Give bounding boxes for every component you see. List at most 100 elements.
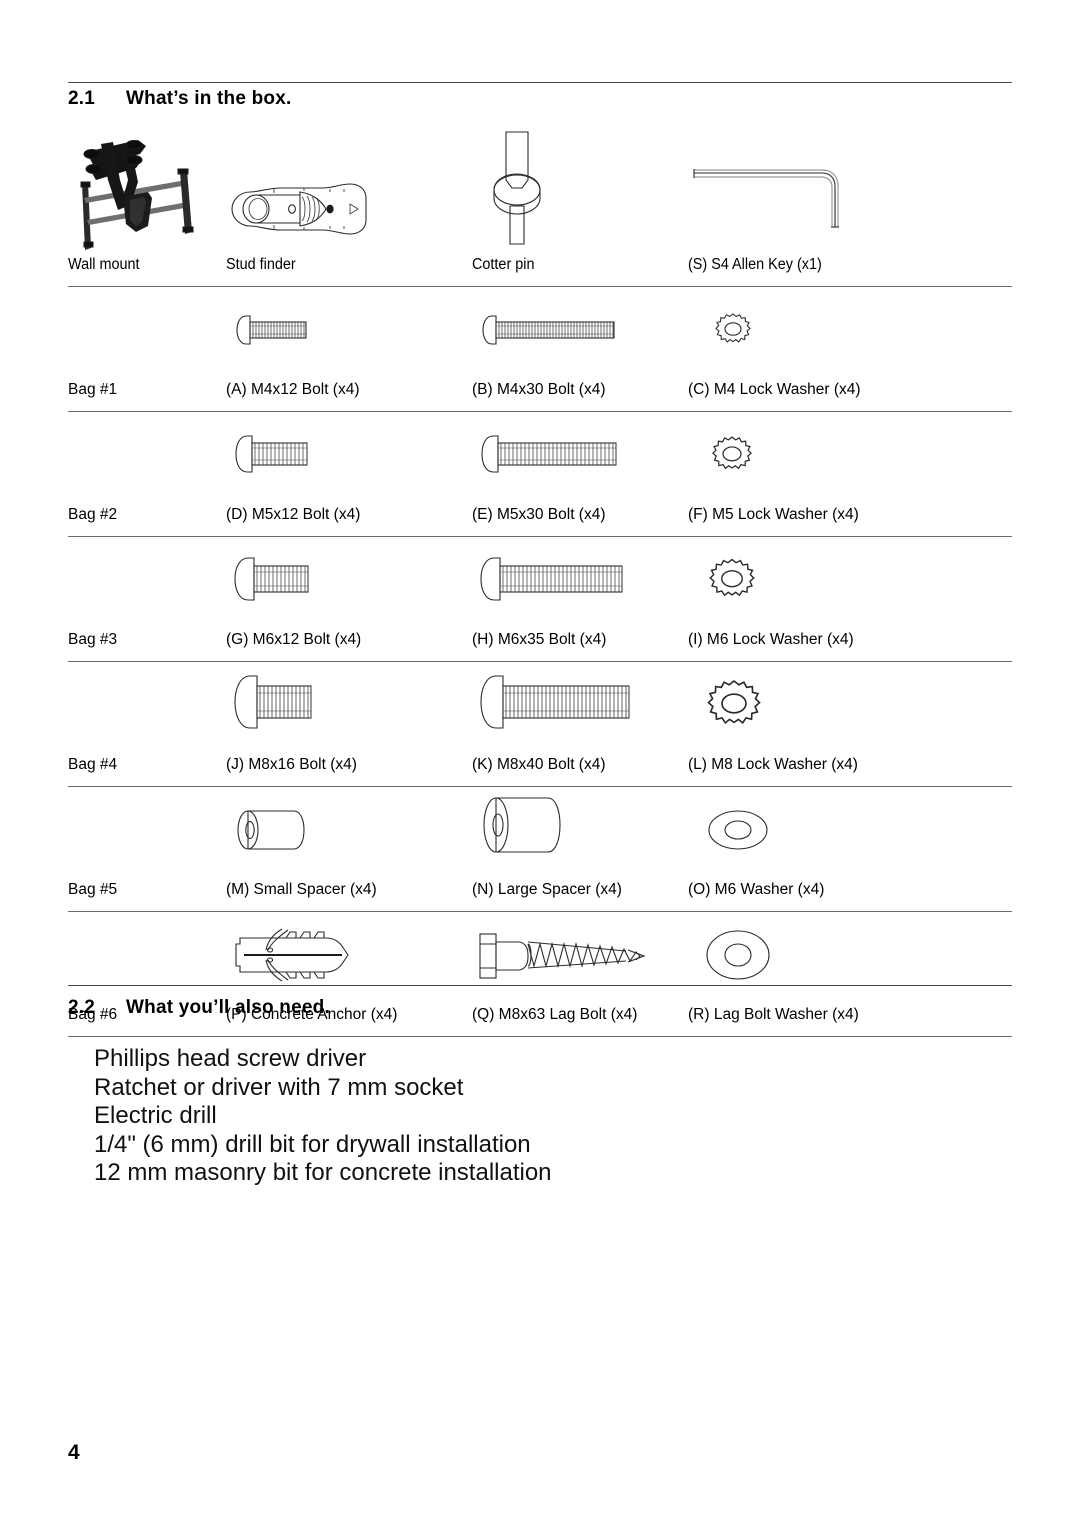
tools-needed-list: Phillips head screw driver Ratchet or dr… xyxy=(94,1045,552,1188)
item-label: (G) M6x12 Bolt (x4) xyxy=(226,631,362,648)
stud-finder-art xyxy=(226,128,472,250)
item-label: (I) M6 Lock Washer (x4) xyxy=(688,631,854,648)
cotter-pin-icon xyxy=(493,131,541,245)
lag-bolt-icon xyxy=(479,933,646,979)
concrete-anchor-icon xyxy=(235,928,349,982)
spacer-art xyxy=(472,787,688,875)
bolt-icon xyxy=(480,557,623,601)
allen-key-art xyxy=(688,128,1012,250)
table-row: Bag #5 (M) Small Spacer (x4) (N) Large S… xyxy=(68,787,1012,912)
parts-cell: (G) M6x12 Bolt (x4) xyxy=(226,537,472,661)
wall-mount-icon xyxy=(80,140,194,250)
item-label: (F) M5 Lock Washer (x4) xyxy=(688,506,859,523)
item-label: Stud finder xyxy=(226,256,296,273)
parts-cell: Stud finder xyxy=(226,128,472,286)
lock-washer-icon xyxy=(715,313,751,343)
table-row: Bag #1 (A) M4x12 Bolt (x4) (B) M4x30 Bol… xyxy=(68,287,1012,412)
section-number-box: 2.1 xyxy=(68,88,96,109)
parts-cell: (H) M6x35 Bolt (x4) xyxy=(472,537,688,661)
parts-cell: (M) Small Spacer (x4) xyxy=(226,787,472,911)
flat-washer-icon xyxy=(706,930,770,980)
bolt-art xyxy=(226,412,472,500)
spacer-icon xyxy=(237,810,305,850)
item-label: (Q) M8x63 Lag Bolt (x4) xyxy=(472,1006,638,1023)
bag-label: Bag #5 xyxy=(68,881,118,898)
flat-washer-art xyxy=(688,912,1012,1000)
item-label: Wall mount xyxy=(68,256,140,273)
parts-cell: (N) Large Spacer (x4) xyxy=(472,787,688,911)
lock-washer-art xyxy=(688,287,1012,375)
item-label: (S) S4 Allen Key (x1) xyxy=(688,256,822,273)
item-label: (C) M4 Lock Washer (x4) xyxy=(688,381,861,398)
parts-cell: (O) M6 Washer (x4) xyxy=(688,787,1012,911)
lock-washer-icon xyxy=(707,679,761,725)
item-label: (J) M8x16 Bolt (x4) xyxy=(226,756,357,773)
lock-washer-icon xyxy=(712,436,752,470)
concrete-anchor-art xyxy=(226,912,472,1000)
tool-item: Ratchet or driver with 7 mm socket xyxy=(94,1073,464,1101)
parts-cell: (F) M5 Lock Washer (x4) xyxy=(688,412,1012,536)
table-row: Bag #2 (D) M5x12 Bolt (x4) (E) M5x30 Bol… xyxy=(68,412,1012,537)
parts-cell: Bag #2 xyxy=(68,412,226,536)
parts-cell: (J) M8x16 Bolt (x4) xyxy=(226,662,472,786)
bolt-art xyxy=(472,662,688,750)
parts-cell: (R) Lag Bolt Washer (x4) xyxy=(688,912,1012,1036)
parts-cell: Cotter pin xyxy=(472,128,688,286)
tool-item: Electric drill xyxy=(94,1102,217,1130)
parts-cell: (K) M8x40 Bolt (x4) xyxy=(472,662,688,786)
allen-key-icon xyxy=(693,169,839,228)
parts-cell: (A) M4x12 Bolt (x4) xyxy=(226,287,472,411)
bolt-icon xyxy=(236,315,307,345)
parts-cell: (B) M4x30 Bolt (x4) xyxy=(472,287,688,411)
parts-cell: (D) M5x12 Bolt (x4) xyxy=(226,412,472,536)
parts-table: Wall mount Stud finder Cotter pin (S) S4… xyxy=(68,128,1012,1037)
parts-cell: (I) M6 Lock Washer (x4) xyxy=(688,537,1012,661)
item-label: Cotter pin xyxy=(472,256,535,273)
item-label: (D) M5x12 Bolt (x4) xyxy=(226,506,361,523)
section-title-also-need: What you’ll also need. xyxy=(126,997,330,1018)
bag-label: Bag #4 xyxy=(68,756,118,773)
wall-mount-art xyxy=(68,128,226,250)
table-row: Bag #4 (J) M8x16 Bolt (x4) (K) M8x40 Bol… xyxy=(68,662,1012,787)
bolt-art xyxy=(226,662,472,750)
bolt-icon xyxy=(234,675,312,729)
item-label: (N) Large Spacer (x4) xyxy=(472,881,622,898)
section-number-also-need: 2.2 xyxy=(68,997,96,1018)
bolt-art xyxy=(226,537,472,625)
item-label: (H) M6x35 Bolt (x4) xyxy=(472,631,607,648)
bolt-icon xyxy=(480,675,630,729)
section-heading-box: 2.1 What’s in the box. xyxy=(68,88,291,110)
bolt-icon xyxy=(235,435,308,473)
bolt-art xyxy=(472,537,688,625)
parts-cell: (C) M4 Lock Washer (x4) xyxy=(688,287,1012,411)
lock-washer-art xyxy=(688,537,1012,625)
bolt-art xyxy=(472,287,688,375)
page-number: 4 xyxy=(68,1441,80,1464)
bag-label: Bag #1 xyxy=(68,381,118,398)
flat-washer-art xyxy=(688,787,1012,875)
manual-page: 2.1 What’s in the box. Wall mount Stud f… xyxy=(0,0,1080,1527)
bolt-icon xyxy=(482,315,615,345)
parts-cell: Bag #4 xyxy=(68,662,226,786)
parts-cell: Bag #1 xyxy=(68,287,226,411)
lag-bolt-art xyxy=(472,912,688,1000)
bag-label: Bag #2 xyxy=(68,506,118,523)
parts-cell: Bag #3 xyxy=(68,537,226,661)
item-label: (M) Small Spacer (x4) xyxy=(226,881,377,898)
parts-cell: (L) M8 Lock Washer (x4) xyxy=(688,662,1012,786)
table-row: Wall mount Stud finder Cotter pin (S) S4… xyxy=(68,128,1012,287)
parts-cell: (Q) M8x63 Lag Bolt (x4) xyxy=(472,912,688,1036)
lock-washer-art xyxy=(688,412,1012,500)
cotter-pin-art xyxy=(472,128,688,250)
parts-cell: Wall mount xyxy=(68,128,226,286)
table-row: Bag #3 (G) M6x12 Bolt (x4) (H) M6x35 Bol… xyxy=(68,537,1012,662)
bolt-art xyxy=(226,287,472,375)
lock-washer-art xyxy=(688,662,1012,750)
spacer-art xyxy=(226,787,472,875)
item-label: (K) M8x40 Bolt (x4) xyxy=(472,756,606,773)
parts-cell: (E) M5x30 Bolt (x4) xyxy=(472,412,688,536)
tool-item: Phillips head screw driver xyxy=(94,1045,367,1072)
section-title-box: What’s in the box. xyxy=(126,88,292,109)
spacer-icon xyxy=(483,797,561,853)
stud-finder-icon xyxy=(231,183,367,235)
